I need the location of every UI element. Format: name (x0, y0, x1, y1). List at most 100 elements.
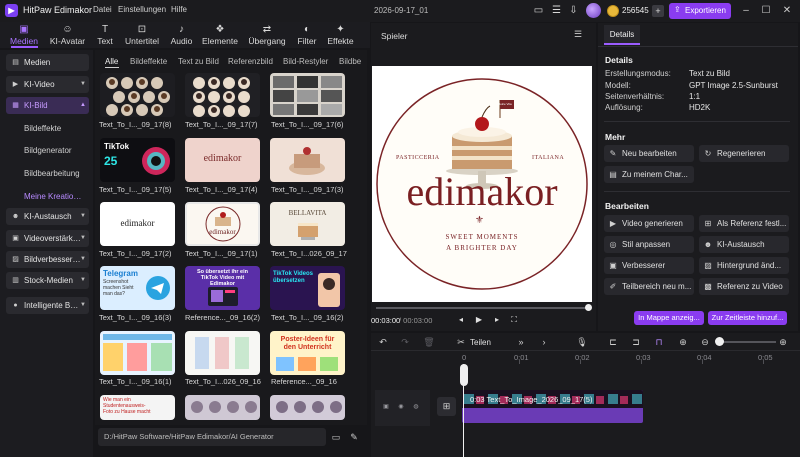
fullscreen-preview-icon[interactable]: ⛶ (509, 315, 519, 325)
add-media-to-track-button[interactable]: ⊞ (437, 397, 456, 416)
undo-icon[interactable]: ↶ (377, 336, 389, 348)
media-caption: Text_To_I...026_09_16 (185, 377, 261, 386)
media-icon: ▣ (19, 24, 29, 35)
filter-tab-text-zu-bild[interactable]: Text zu Bild (178, 57, 219, 66)
ruler-tick (519, 360, 520, 364)
media-thumb-12[interactable]: TikTok Videos übersetzen (270, 266, 345, 310)
media-thumb-17[interactable] (185, 395, 260, 420)
media-thumb-6[interactable] (270, 138, 345, 182)
prev-frame-icon[interactable]: ◂ (456, 315, 466, 325)
tool-medien[interactable]: ▣ Medien (8, 22, 40, 48)
media-thumb-18[interactable] (270, 395, 345, 420)
media-thumb-5[interactable]: edimakor (185, 138, 260, 182)
maximize-icon[interactable]: ☐ (759, 4, 773, 17)
add-credits-button[interactable]: + (652, 5, 664, 17)
menu-datei[interactable]: Datei (93, 5, 112, 14)
media-thumb-15[interactable]: Poster-Ideen für den Unterricht (270, 331, 345, 375)
close-icon[interactable]: ✕ (780, 4, 794, 17)
media-thumb-7[interactable]: edimakor (100, 202, 175, 246)
media-thumb-1[interactable] (100, 73, 175, 117)
zoom-in-icon[interactable]: ⊕ (777, 336, 789, 348)
playhead-handle[interactable] (460, 364, 468, 386)
media-thumb-3[interactable] (270, 73, 345, 117)
filter-tab-bildbe[interactable]: Bildbe (339, 57, 361, 66)
zoom-out-icon[interactable]: ⊖ (699, 336, 711, 348)
minimize-icon[interactable]: – (739, 4, 753, 17)
snap-icon[interactable]: ⊓ (653, 336, 665, 348)
filter-tab-referenzbild[interactable]: Referenzbild (228, 57, 273, 66)
background-icon: ▨ (704, 261, 712, 270)
folder-icon[interactable]: ▭ (330, 431, 342, 443)
thumb-text: Poster-Ideen für den Unterricht (280, 336, 335, 351)
ruler-tick (702, 360, 703, 364)
tool-text[interactable]: T Text (94, 22, 116, 48)
tool-uebergang[interactable]: ⇄ Übergang (246, 22, 288, 48)
tool-ki-avatar[interactable]: ☺ KI-Avatar (47, 22, 88, 48)
enhance-icon: ▣ (609, 261, 617, 270)
more-tools-icon[interactable]: › (538, 336, 550, 348)
filter-tab-bildeffekte[interactable]: Bildeffekte (130, 57, 167, 66)
menu-hilfe[interactable]: Hilfe (171, 5, 187, 14)
chevron-down-icon: ▼ (80, 235, 86, 241)
feedback-icon[interactable]: ▭ (532, 4, 545, 17)
unlink-icon[interactable]: ⊐ (630, 336, 642, 348)
show-in-folder-button[interactable]: In Mappe anzeig... (634, 311, 704, 325)
track-lock-icon[interactable]: ▣ (382, 403, 390, 411)
zoom-slider-handle[interactable] (715, 337, 724, 346)
media-thumb-8-selected[interactable]: edimakor (185, 202, 260, 246)
image-icon: ▦ (12, 102, 19, 109)
avatar[interactable] (586, 3, 601, 18)
menu-icon[interactable]: ☰ (572, 29, 584, 41)
track-visibility-icon[interactable]: ◉ (397, 403, 405, 411)
media-caption: Reference..._09_16 (271, 377, 337, 386)
tool-filter[interactable]: ◐ Filter (295, 22, 319, 48)
split-button[interactable]: Teilen (470, 338, 491, 347)
tool-audio[interactable]: ♪ Audio (168, 22, 195, 48)
filter-tab-bild-restyler[interactable]: Bild-Restyler (283, 57, 328, 66)
audio-icon: ♪ (179, 24, 184, 35)
sidebar-sub-bildeffekte[interactable]: Bildeffekte (24, 124, 61, 133)
filter-tab-alle[interactable]: Alle (105, 57, 118, 66)
marker-icon[interactable]: ⊕ (677, 336, 689, 348)
playhead[interactable] (463, 364, 464, 457)
link-icon[interactable]: ⊏ (607, 336, 619, 348)
menu-einstellungen[interactable]: Einstellungen (118, 5, 166, 14)
add-to-timeline-button[interactable]: Zur Zeitleiste hinzuf... (708, 311, 787, 325)
media-thumb-2[interactable] (185, 73, 260, 117)
play-icon[interactable]: ▶ (474, 315, 484, 325)
thumb-subtext: Screenshot machen Sieht man das? (103, 279, 134, 297)
tool-elemente[interactable]: ❖ Elemente (201, 22, 239, 48)
tool-effekte[interactable]: ✦ Effekte (325, 22, 356, 48)
tool-untertitel[interactable]: ⊡ Untertitel (122, 22, 162, 48)
zoom-slider[interactable] (716, 341, 776, 343)
scrubber-handle[interactable] (585, 304, 592, 311)
media-thumb-13[interactable] (100, 331, 175, 375)
swap-icon: ☻ (703, 240, 713, 249)
media-thumb-16[interactable]: Wie man ein Studentenausweis-Foto zu Hau… (100, 395, 175, 420)
notes-icon[interactable]: ☰ (550, 4, 563, 17)
record-audio-icon[interactable]: 🎙 (576, 336, 588, 348)
speed-icon[interactable]: » (515, 336, 527, 348)
clip-label: 0:03 Text_To_Image_2026_09_17(5) (470, 395, 593, 404)
download-icon[interactable]: ⇩ (567, 4, 580, 17)
preview-canvas[interactable]: Dolce Vita PASTICCERIA ITALIANA edimakor… (372, 66, 592, 302)
playback-scrubber[interactable] (376, 307, 588, 309)
edit-path-icon[interactable]: ✎ (348, 431, 360, 443)
next-frame-icon[interactable]: ▸ (492, 315, 502, 325)
thumb-text: BELLAVITA (288, 209, 327, 217)
output-path-field[interactable]: D:/HitPaw Software/HitPaw Edimakor/AI Ge… (98, 428, 326, 446)
tab-details[interactable]: Details (604, 25, 640, 45)
track-mute-icon[interactable]: ◍ (412, 403, 420, 411)
media-thumb-4[interactable]: TikTok 25 (100, 138, 175, 182)
media-thumb-14[interactable] (185, 331, 260, 375)
sidebar-sub-bildbearbeitung[interactable]: Bildbearbeitung (24, 169, 80, 178)
split-icon[interactable]: ✂ (455, 336, 467, 348)
media-thumb-9[interactable]: BELLAVITA (270, 202, 345, 246)
sidebar-sub-bildgenerator[interactable]: Bildgenerator (24, 146, 72, 155)
media-thumb-11[interactable]: So übersetzt ihr ein TikTok Video mit Ed… (185, 266, 260, 310)
media-thumb-10[interactable]: Telegram Screenshot machen Sieht man das… (100, 266, 175, 310)
delete-icon[interactable]: 🗑 (423, 336, 435, 348)
refresh-icon: ↻ (704, 149, 712, 158)
redo-icon[interactable]: ↷ (399, 336, 411, 348)
sidebar-sub-meine-kreationen[interactable]: Meine Kreatio… (24, 192, 81, 201)
